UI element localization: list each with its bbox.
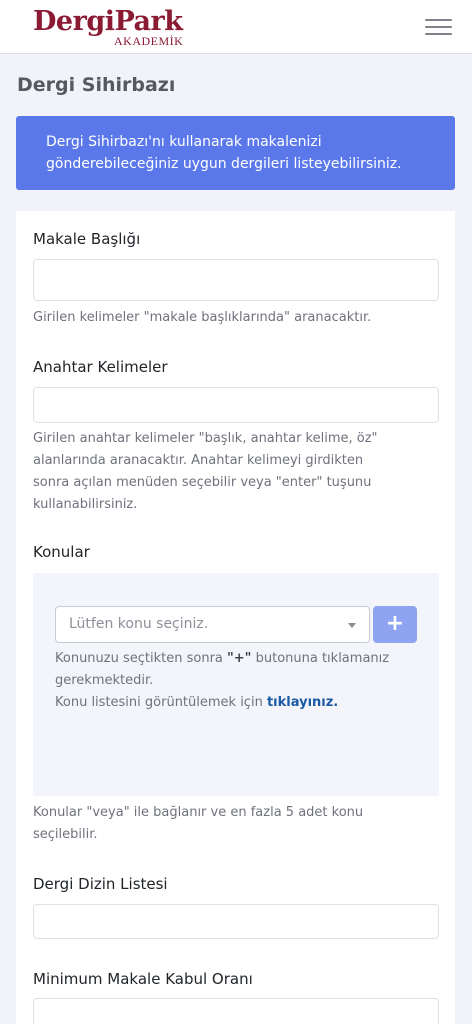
acceptance-rate-label: Minimum Makale Kabul Oranı: [33, 970, 253, 988]
info-line: Dergi Sihirbazı'nı kullanarak makalenizi: [46, 134, 322, 150]
acceptance-rate-input[interactable]: [33, 998, 439, 1024]
menu-bar: [425, 26, 452, 28]
hint-line: Konular "veya" ile bağlanır ve en fazla …: [33, 805, 364, 820]
article-title-label: Makale Başlığı: [33, 230, 141, 248]
topics-help: Konunuzu seçtikten sonra "+" butonuna tı…: [55, 648, 389, 714]
top-navbar: DergiPark AKADEMİK: [0, 0, 472, 54]
info-line: gönderebileceğiniz uygun dergileri liste…: [46, 156, 402, 172]
topics-hint: Konular "veya" ile bağlanır ve en fazla …: [33, 802, 363, 846]
hint-line: Girilen anahtar kelimeler "başlık, anaht…: [33, 431, 378, 446]
journal-index-label: Dergi Dizin Listesi: [33, 875, 168, 893]
topics-list-link[interactable]: tıklayınız.: [267, 695, 338, 710]
keywords-input[interactable]: [33, 387, 439, 423]
logo-subtitle: AKADEMİK: [114, 34, 184, 48]
menu-bar: [425, 33, 452, 35]
page-title: Dergi Sihirbazı: [17, 74, 176, 96]
topic-select-placeholder: Lütfen konu seçiniz.: [69, 616, 209, 632]
article-title-input[interactable]: [33, 259, 439, 301]
article-title-hint: Girilen kelimeler "makale başlıklarında"…: [33, 307, 371, 329]
topics-label: Konular: [33, 543, 90, 561]
hamburger-menu-icon[interactable]: [423, 16, 455, 38]
topics-list-text: Konu listesini görüntülemek için: [55, 695, 267, 710]
plus-symbol-text: "+": [227, 651, 252, 666]
caret-down-icon: [348, 623, 356, 628]
topics-help-text: Konunuzu seçtikten sonra: [55, 651, 228, 666]
hint-line: kullanabilirsiniz.: [33, 497, 138, 512]
journal-index-input[interactable]: [33, 904, 439, 939]
hint-line: Girilen kelimeler "makale başlıklarında"…: [33, 310, 372, 325]
topics-help-text: butonuna tıklamanız: [251, 651, 390, 666]
hint-line: alanlarında aranacaktır. Anahtar kelimey…: [33, 453, 364, 468]
hint-line: sonra açılan menüden seçebilir veya "ent…: [33, 475, 372, 490]
keywords-label: Anahtar Kelimeler: [33, 358, 168, 376]
menu-bar: [425, 19, 452, 21]
dergipark-logo[interactable]: DergiPark AKADEMİK: [33, 5, 183, 49]
topic-select[interactable]: Lütfen konu seçiniz.: [55, 606, 370, 643]
hint-line: seçilebilir.: [33, 827, 98, 842]
topics-list-line: Konu listesini görüntülemek için tıklayı…: [55, 692, 389, 714]
topics-help-line: gerekmektedir.: [55, 673, 154, 688]
topics-help-line: Konunuzu seçtikten sonra "+" butonuna tı…: [55, 648, 389, 670]
keywords-hint: Girilen anahtar kelimeler "başlık, anaht…: [33, 428, 378, 516]
info-alert: Dergi Sihirbazı'nı kullanarak makalenizi…: [16, 116, 455, 190]
add-topic-button[interactable]: +: [373, 606, 417, 643]
